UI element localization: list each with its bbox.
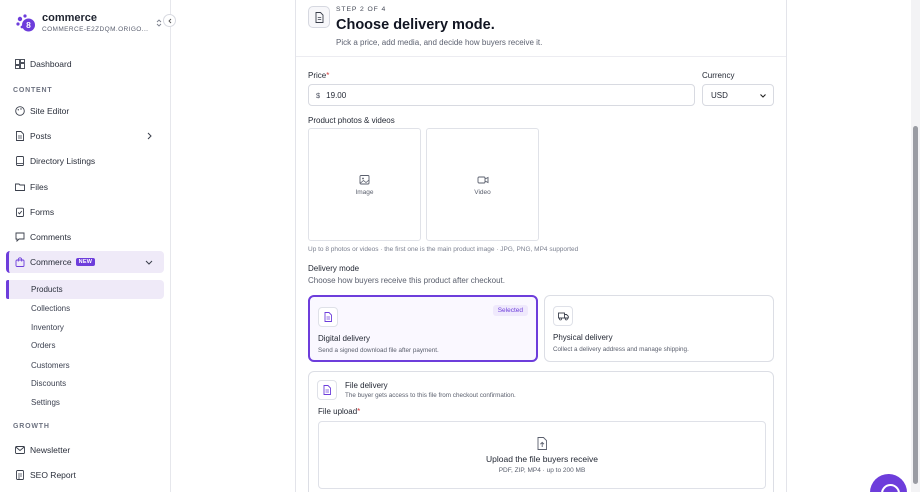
svg-text:8: 8	[26, 20, 31, 30]
new-badge: NEW	[75, 258, 96, 266]
file-upload-label-text: File upload	[318, 407, 358, 416]
brand-name: commerce	[42, 12, 98, 24]
selected-badge: Selected	[492, 305, 528, 316]
sidebar-item-forms[interactable]: Forms	[6, 201, 164, 223]
currency-label: Currency	[702, 71, 735, 80]
file-delivery-card: File delivery The buyer gets access to t…	[308, 371, 774, 492]
required-marker: *	[357, 407, 361, 416]
sidebar-item-label: Posts	[30, 131, 52, 141]
image-add-icon	[359, 174, 371, 186]
price-label-text: Price	[308, 71, 327, 80]
step-header: STEP 2 OF 4 Choose delivery mode. Pick a…	[296, 0, 786, 57]
comment-icon	[14, 232, 25, 243]
sidebar-item-label: Files	[30, 182, 48, 192]
mail-icon	[14, 445, 25, 456]
option-title: Physical delivery	[553, 333, 613, 342]
product-wizard-panel: STEP 2 OF 4 Choose delivery mode. Pick a…	[295, 0, 787, 492]
sidebar-item-label: Forms	[30, 207, 55, 217]
sidebar-item-newsletter[interactable]: Newsletter	[6, 439, 164, 461]
chevron-down-icon	[144, 257, 154, 267]
file-upload-label: File upload*	[318, 407, 360, 416]
sidebar-subitem-collections[interactable]: Collections	[6, 299, 164, 318]
delivery-mode-desc: Choose how buyers receive this product a…	[308, 276, 505, 285]
palette-icon	[14, 106, 25, 117]
file-upload-dropzone[interactable]: Upload the file buyers receive PDF, ZIP,…	[318, 421, 766, 489]
collapse-sidebar-button[interactable]	[163, 14, 176, 27]
upload-hint: PDF, ZIP, MP4 · up to 200 MB	[498, 466, 586, 474]
delivery-mode-label: Delivery mode	[308, 264, 360, 273]
sidebar-item-files[interactable]: Files	[6, 176, 164, 198]
page-scrollbar[interactable]	[911, 0, 920, 492]
sidebar-item-label: Directory Listings	[30, 156, 96, 166]
upload-title: Upload the file buyers receive	[486, 453, 598, 464]
chevron-left-icon	[167, 18, 171, 23]
image-label: Image	[355, 188, 374, 196]
add-image-button[interactable]: Image	[308, 128, 421, 241]
main-content: STEP 2 OF 4 Choose delivery mode. Pick a…	[171, 0, 911, 492]
option-title: Digital delivery	[318, 334, 371, 343]
option-desc: Collect a delivery address and manage sh…	[553, 346, 689, 353]
truck-icon	[553, 306, 573, 326]
scrollbar-thumb[interactable]	[913, 126, 918, 484]
clipboard-icon	[14, 207, 25, 218]
file-delivery-desc: The buyer gets access to this file from …	[345, 392, 516, 399]
sidebar-item-directory-listings[interactable]: Directory Listings	[6, 150, 164, 172]
document-icon	[14, 131, 25, 142]
sidebar-item-label: Newsletter	[30, 445, 71, 455]
document-icon	[317, 380, 337, 400]
sidebar-item-comments[interactable]: Comments	[6, 226, 164, 248]
price-input[interactable]: $ 19.00	[308, 84, 695, 106]
option-desc: Send a signed download file after paymen…	[318, 347, 439, 354]
page-subtitle: Pick a price, add media, and decide how …	[336, 38, 543, 47]
add-video-button[interactable]: Video	[426, 128, 539, 241]
media-hint: Up to 8 photos or videos · the first one…	[308, 246, 579, 253]
dashboard-icon	[14, 59, 25, 70]
currency-value: USD	[711, 90, 728, 100]
sidebar-item-seo-report[interactable]: SEO Report	[6, 464, 164, 486]
bag-icon	[14, 257, 25, 268]
chevron-right-icon	[144, 131, 154, 141]
sidebar-item-site-editor[interactable]: Site Editor	[6, 100, 164, 122]
currency-symbol: $	[316, 90, 321, 100]
page-title: Choose delivery mode.	[336, 17, 495, 33]
sidebar-item-label: Commerce	[30, 257, 72, 267]
sidebar-item-commerce[interactable]: Commerce NEW	[6, 251, 164, 273]
file-upload-icon	[536, 436, 548, 450]
sidebar-item-label: Comments	[30, 232, 72, 242]
document-icon	[308, 6, 330, 28]
video-label: Video	[474, 188, 491, 196]
price-label: Price*	[308, 71, 329, 80]
sidebar-item-label: SEO Report	[30, 470, 76, 480]
digital-delivery-option[interactable]: Selected Digital delivery Send a signed …	[308, 295, 538, 362]
sidebar: 8 commerce COMMERCE-E2ZDQM.ORIGO... Dash…	[0, 0, 176, 492]
sidebar-subitem-orders[interactable]: Orders	[6, 336, 164, 355]
section-label-content: CONTENT	[13, 87, 53, 94]
document-icon	[318, 307, 338, 327]
price-value: 19.00	[326, 90, 347, 100]
sidebar-subitem-customers[interactable]: Customers	[6, 356, 164, 375]
brand-logo: 8	[14, 12, 36, 34]
sidebar-item-label: Dashboard	[30, 59, 72, 69]
physical-delivery-option[interactable]: Physical delivery Collect a delivery add…	[544, 295, 774, 362]
sidebar-item-posts[interactable]: Posts	[6, 125, 164, 147]
step-label: STEP 2 OF 4	[336, 6, 387, 13]
sidebar-subitem-inventory[interactable]: Inventory	[6, 318, 164, 337]
media-label: Product photos & videos	[308, 116, 395, 125]
section-label-growth: GROWTH	[13, 423, 50, 430]
sidebar-item-label: Site Editor	[30, 106, 70, 116]
brand-subdomain: COMMERCE-E2ZDQM.ORIGO...	[42, 26, 149, 33]
sidebar-subitem-discounts[interactable]: Discounts	[6, 374, 164, 393]
file-delivery-title: File delivery	[345, 381, 388, 390]
book-icon	[14, 156, 25, 167]
chevron-down-icon	[759, 92, 767, 100]
sidebar-subitem-settings[interactable]: Settings	[6, 393, 164, 412]
video-icon	[477, 174, 489, 186]
currency-select[interactable]: USD	[702, 84, 774, 106]
site-switcher[interactable]: 8 commerce COMMERCE-E2ZDQM.ORIGO...	[14, 10, 164, 36]
sidebar-item-dashboard[interactable]: Dashboard	[6, 53, 164, 75]
required-marker: *	[326, 71, 330, 80]
report-icon	[14, 470, 25, 481]
sidebar-subitem-products[interactable]: Products	[6, 280, 164, 299]
folder-icon	[14, 182, 25, 193]
